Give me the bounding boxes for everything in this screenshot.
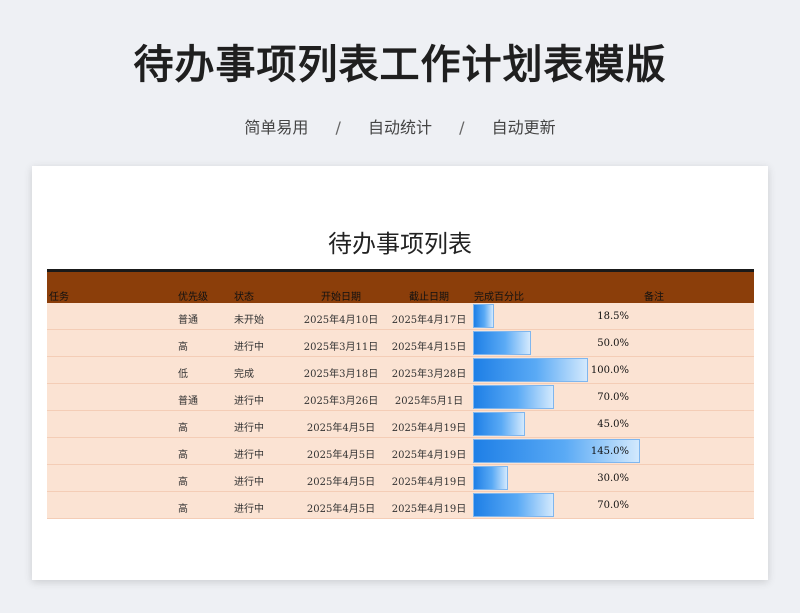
start-date-cell[interactable]: 2025年4月5日 [301,419,381,434]
end-date-cell[interactable]: 2025年4月19日 [389,500,469,515]
col-task-header: 任务 [49,292,69,303]
table-row: 高 进行中 2025年4月5日 2025年4月19日 45.0% [47,411,754,438]
col-start-header: 开始日期 [321,292,361,303]
table-row: 高 进行中 2025年4月5日 2025年4月19日 70.0% [47,492,754,519]
col-end-header: 截止日期 [409,292,449,303]
table-row: 低 完成 2025年3月18日 2025年3月28日 100.0% [47,357,754,384]
col-priority-header: 优先级 [178,292,208,303]
percent-cell[interactable]: 30.0% [473,473,629,484]
start-date-cell[interactable]: 2025年4月5日 [301,473,381,488]
table-row: 普通 未开始 2025年4月10日 2025年4月17日 18.5% [47,303,754,330]
priority-cell[interactable]: 高 [178,500,188,515]
start-date-cell[interactable]: 2025年4月10日 [301,311,381,326]
start-date-cell[interactable]: 2025年3月11日 [301,338,381,353]
table-header: 任务 优先级 状态 开始日期 截止日期 完成百分比 备注 [47,272,754,303]
percent-cell[interactable]: 70.0% [473,392,629,403]
start-date-cell[interactable]: 2025年4月5日 [301,500,381,515]
percent-cell[interactable]: 18.5% [473,311,629,322]
status-cell[interactable]: 进行中 [234,473,264,488]
table-body: 普通 未开始 2025年4月10日 2025年4月17日 18.5% 高进行中 2025年3… [47,303,754,519]
status-cell[interactable]: 进行中 [234,338,264,353]
start-date-cell[interactable]: 2025年4月5日 [301,446,381,461]
table-row: 普通 进行中 2025年3月26日 2025年5月1日 70.0% [47,384,754,411]
table-row: 高 进行中 2025年4月5日 2025年4月19日 30.0% [47,465,754,492]
start-date-cell[interactable]: 2025年3月18日 [301,365,381,380]
status-cell[interactable]: 未开始 [234,311,264,326]
percent-cell[interactable]: 145.0% [473,446,629,457]
page-title: 待办事项列表工作计划表模版 [133,42,667,88]
status-cell[interactable]: 进行中 [234,446,264,461]
end-date-cell[interactable]: 2025年4月19日 [389,446,469,461]
end-date-cell[interactable]: 2025年4月17日 [389,311,469,326]
table-row: 高 进行中 2025年4月5日 2025年4月19日 145.0% [47,438,754,465]
separator: / [335,118,341,137]
percent-cell[interactable]: 70.0% [473,500,629,511]
end-date-cell[interactable]: 2025年4月15日 [389,338,469,353]
feature-auto-update: 自动更新 [491,118,556,137]
feature-auto-stats: 自动统计 [367,118,432,137]
feature-easy: 简单易用 [244,118,309,137]
col-note-header: 备注 [644,292,664,303]
percent-cell[interactable]: 50.0% [473,338,629,349]
end-date-cell[interactable]: 2025年4月19日 [389,419,469,434]
status-cell[interactable]: 进行中 [234,419,264,434]
end-date-cell[interactable]: 2025年4月19日 [389,473,469,488]
end-date-cell[interactable]: 2025年5月1日 [389,392,469,407]
priority-cell[interactable]: 高 [178,419,188,434]
col-percent-header: 完成百分比 [474,292,524,303]
end-date-cell[interactable]: 2025年3月28日 [389,365,469,380]
status-cell[interactable]: 进行中 [234,392,264,407]
sheet-title: 待办事项列表 [328,230,472,258]
table-row: 高 进行中 2025年3月11日 2025年4月15日 50.0% [47,330,754,357]
priority-cell[interactable]: 普通 [178,311,198,326]
start-date-cell[interactable]: 2025年3月26日 [301,392,381,407]
priority-cell[interactable]: 普通 [178,392,198,407]
col-status-header: 状态 [234,292,254,303]
priority-cell[interactable]: 高 [178,446,188,461]
feature-tagline: 简单易用 / 自动统计 / 自动更新 [0,114,800,138]
spreadsheet-preview: 待办事项列表 任务 优先级 状态 开始日期 截止日期 完成百分比 备注 普通 未开… [32,166,768,580]
priority-cell[interactable]: 高 [178,473,188,488]
status-cell[interactable]: 进行中 [234,500,264,515]
priority-cell[interactable]: 低 [178,365,188,380]
percent-cell[interactable]: 45.0% [473,419,629,430]
priority-cell[interactable]: 高 [178,338,188,353]
todo-table: 任务 优先级 状态 开始日期 截止日期 完成百分比 备注 普通 未开始 2025年4… [47,269,754,519]
separator: / [459,118,465,137]
status-cell[interactable]: 完成 [234,365,254,380]
percent-cell[interactable]: 100.0% [473,365,629,376]
